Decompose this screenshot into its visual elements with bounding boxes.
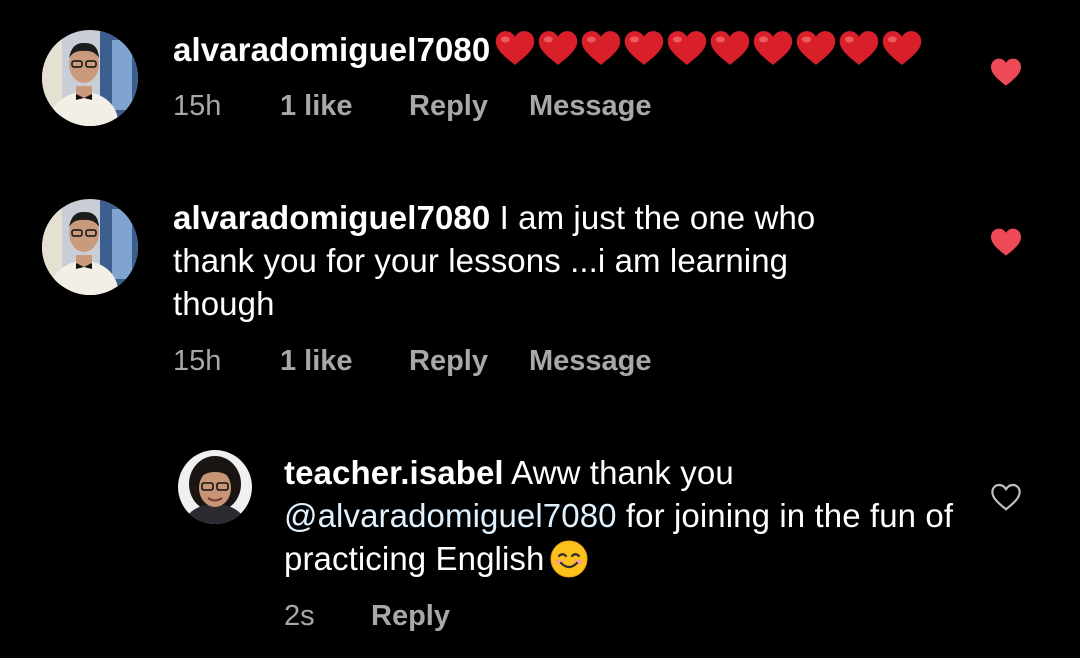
red-heart-emoji [539, 31, 578, 65]
red-heart-emoji [668, 31, 707, 65]
comment-text: teacher.isabel Aww thank you @alvaradomi… [284, 451, 974, 580]
reply-button[interactable]: Reply [409, 90, 488, 123]
comment-meta: 15h 1 like Reply Message [173, 345, 773, 379]
comment-body: teacher.isabel Aww thank you @alvaradomi… [284, 451, 974, 580]
comment-username[interactable]: alvaradomiguel7080 [173, 199, 490, 236]
comment-message: Aww thank you [503, 454, 734, 491]
comment-text: alvaradomiguel7080 I am just the one who… [173, 196, 893, 325]
comment-timestamp: 2s [284, 600, 315, 632]
avatar-photo [178, 450, 252, 524]
comment-username[interactable]: alvaradomiguel7080 [173, 31, 490, 68]
message-button[interactable]: Message [529, 90, 652, 123]
mention-link[interactable]: @alvaradomiguel7080 [284, 497, 617, 534]
red-heart-emoji [582, 31, 621, 65]
red-heart-emoji [711, 31, 750, 65]
heart-filled-icon [991, 58, 1021, 86]
like-count-link[interactable]: 1 like [280, 90, 353, 123]
smiling-face-emoji [550, 540, 588, 578]
heart-outline-icon [991, 483, 1021, 511]
avatar-photo [42, 199, 138, 295]
like-button[interactable] [988, 54, 1024, 90]
red-heart-emoji-row [494, 27, 924, 77]
user-avatar[interactable] [42, 199, 138, 295]
user-avatar[interactable] [42, 30, 138, 126]
comment-username[interactable]: teacher.isabel [284, 454, 504, 491]
reply-button[interactable]: Reply [409, 345, 488, 378]
heart-filled-icon [991, 228, 1021, 256]
comment-timestamp: 15h [173, 90, 222, 122]
comment-meta: 2s Reply [284, 600, 684, 634]
comment-meta: 15h 1 like Reply Message [173, 90, 773, 124]
comment-text: alvaradomiguel7080 [173, 27, 973, 77]
red-heart-emoji [840, 31, 879, 65]
red-heart-emoji [625, 31, 664, 65]
like-button[interactable] [988, 479, 1024, 515]
message-button[interactable]: Message [529, 345, 652, 378]
like-button[interactable] [988, 224, 1024, 260]
like-count-link[interactable]: 1 like [280, 345, 353, 378]
reply-button[interactable]: Reply [371, 600, 450, 633]
red-heart-emoji [754, 31, 793, 65]
red-heart-emoji [797, 31, 836, 65]
red-heart-emoji [496, 31, 535, 65]
avatar-photo [42, 30, 138, 126]
user-avatar[interactable] [178, 450, 252, 524]
red-heart-emoji [883, 31, 922, 65]
comment-body: alvaradomiguel7080 [173, 27, 973, 77]
comment-body: alvaradomiguel7080 I am just the one who… [173, 196, 893, 325]
comment-timestamp: 15h [173, 345, 222, 377]
